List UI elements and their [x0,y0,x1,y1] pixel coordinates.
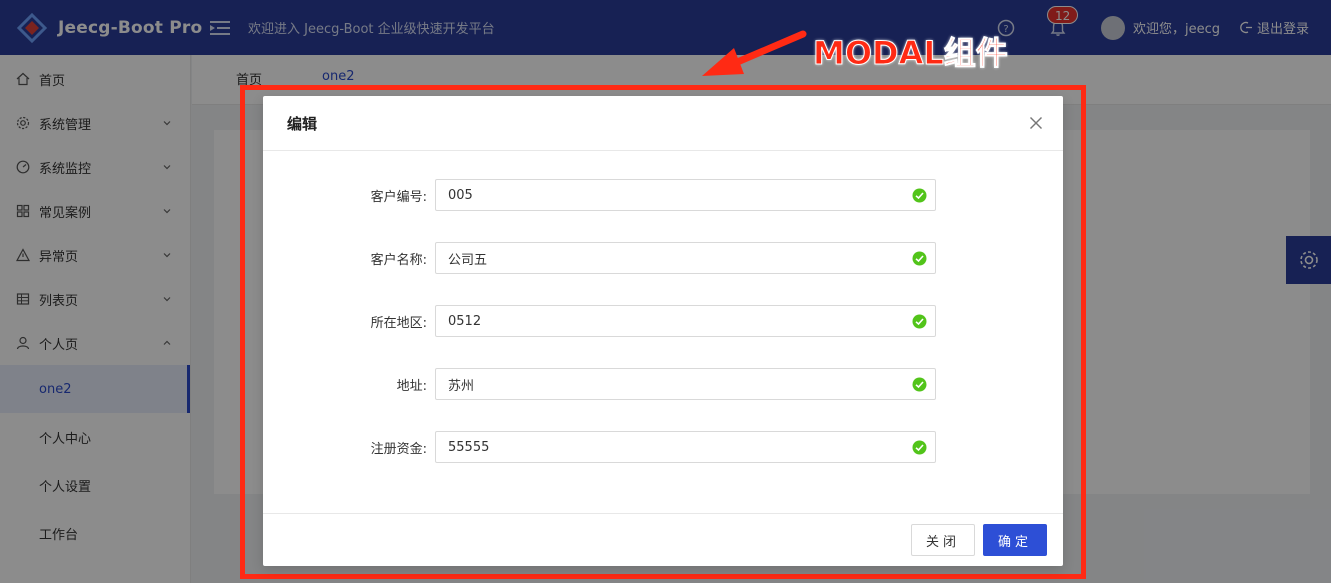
modal-header: 编辑 [263,96,1063,151]
form-row-registered-capital: 注册资金: 55555 [263,431,1063,463]
registered-capital-input[interactable]: 55555 [435,431,936,463]
check-circle-icon [912,377,927,392]
modal-title: 编辑 [287,114,318,133]
customer-name-value: 公司五 [448,252,488,268]
form-row-address: 地址: 苏州 [263,368,1063,400]
address-input[interactable]: 苏州 [435,368,936,400]
customer-name-label: 客户名称: [370,252,427,268]
registered-capital-label: 注册资金: [370,441,427,457]
check-circle-icon [912,188,927,203]
customer-code-label: 客户编号: [370,189,427,205]
form-row-customer-name: 客户名称: 公司五 [263,242,1063,274]
customer-code-value: 005 [448,187,473,203]
modal-footer: 关闭 确定 [263,513,1063,566]
address-label: 地址: [396,378,427,394]
check-circle-icon [912,251,927,266]
region-value: 0512 [448,313,482,329]
registered-capital-value: 55555 [448,439,490,455]
address-value: 苏州 [448,378,475,394]
form-row-customer-code: 客户编号: 005 [263,179,1063,211]
annotation-arrow-icon [702,30,807,76]
customer-name-input[interactable]: 公司五 [435,242,936,274]
form-row-region: 所在地区: 0512 [263,305,1063,337]
close-icon[interactable] [1029,116,1043,130]
close-button[interactable]: 关闭 [911,524,975,556]
region-input[interactable]: 0512 [435,305,936,337]
customer-code-input[interactable]: 005 [435,179,936,211]
confirm-button[interactable]: 确定 [983,524,1047,556]
annotation-label: MODAL组件 [813,34,1009,73]
region-label: 所在地区: [370,315,427,331]
check-circle-icon [912,440,927,455]
check-circle-icon [912,314,927,329]
edit-modal: 编辑 客户编号: 005 客户名称: 公司五 所在地区: 0512 地址: 苏州… [263,96,1063,566]
